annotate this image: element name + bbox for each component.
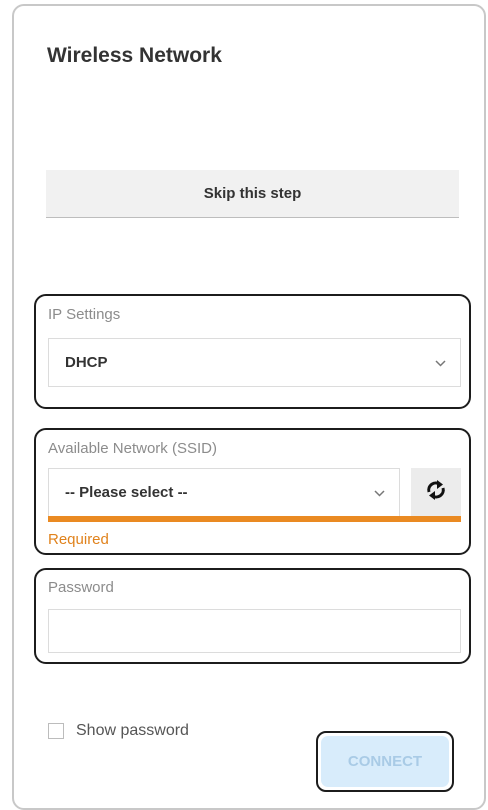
- error-underline: [48, 516, 461, 522]
- network-label: Available Network (SSID): [48, 440, 217, 457]
- refresh-icon: [425, 477, 447, 508]
- network-group: Available Network (SSID) -- Please selec…: [34, 428, 471, 555]
- required-error-text: Required: [48, 531, 109, 548]
- refresh-networks-button[interactable]: [411, 468, 461, 517]
- show-password-toggle[interactable]: Show password: [48, 722, 189, 740]
- chevron-down-icon: [435, 356, 446, 370]
- page-title: Wireless Network: [47, 44, 222, 67]
- ip-settings-value: DHCP: [65, 354, 108, 371]
- password-label: Password: [48, 579, 114, 596]
- ip-settings-label: IP Settings: [48, 306, 121, 323]
- network-value: -- Please select --: [65, 484, 188, 501]
- show-password-label: Show password: [76, 722, 189, 739]
- network-select[interactable]: -- Please select --: [48, 468, 400, 517]
- ip-settings-select[interactable]: DHCP: [48, 338, 461, 387]
- connect-button-outline: CONNECT: [316, 731, 454, 792]
- show-password-checkbox[interactable]: [48, 723, 64, 739]
- connect-button[interactable]: CONNECT: [321, 736, 449, 787]
- password-group: Password: [34, 568, 471, 664]
- skip-step-button[interactable]: Skip this step: [46, 170, 459, 218]
- ip-settings-group: IP Settings DHCP: [34, 294, 471, 409]
- chevron-down-icon: [374, 486, 385, 500]
- password-input[interactable]: [48, 609, 461, 653]
